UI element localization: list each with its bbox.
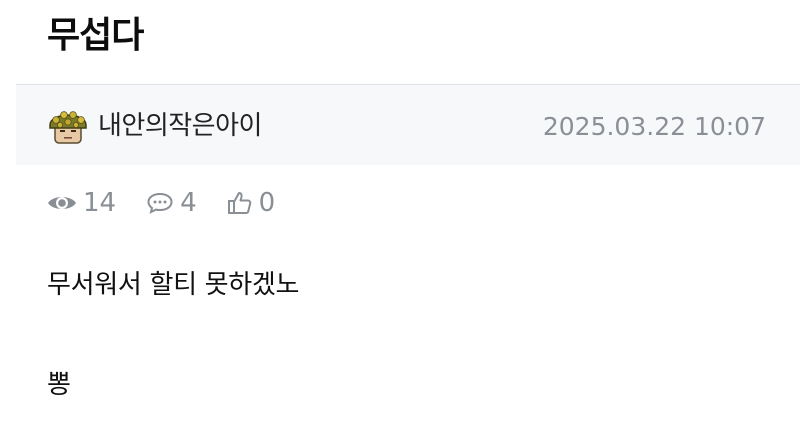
thumbs-up-icon [227,192,251,214]
post-stats: 14 4 0 [47,186,305,220]
author-nickname[interactable]: 내안의작은아이 [98,109,262,143]
helmet-soldier-avatar-icon[interactable] [47,105,89,147]
comments-count: 4 [180,188,197,218]
post-date: 2025.03.22 10:07 [542,112,766,141]
views-stat: 14 [47,188,116,218]
post-title: 무섭다 [47,15,144,56]
speech-bubble-icon [147,192,173,214]
post-content-line: 뽕 [47,370,71,400]
eye-icon [48,197,76,209]
comments-stat[interactable]: 4 [146,188,197,218]
post-meta-bar: 내안의작은아이 2025.03.22 10:07 [16,84,800,165]
post-page: 무섭다 내안의작은아이 2025.03.22 10:07 14 4 0 무서워서… [0,0,800,445]
views-count: 14 [83,188,117,218]
likes-stat[interactable]: 0 [227,188,276,218]
post-content-line: 무서워서 할티 못하겠노 [47,270,300,300]
likes-count: 0 [258,188,276,218]
